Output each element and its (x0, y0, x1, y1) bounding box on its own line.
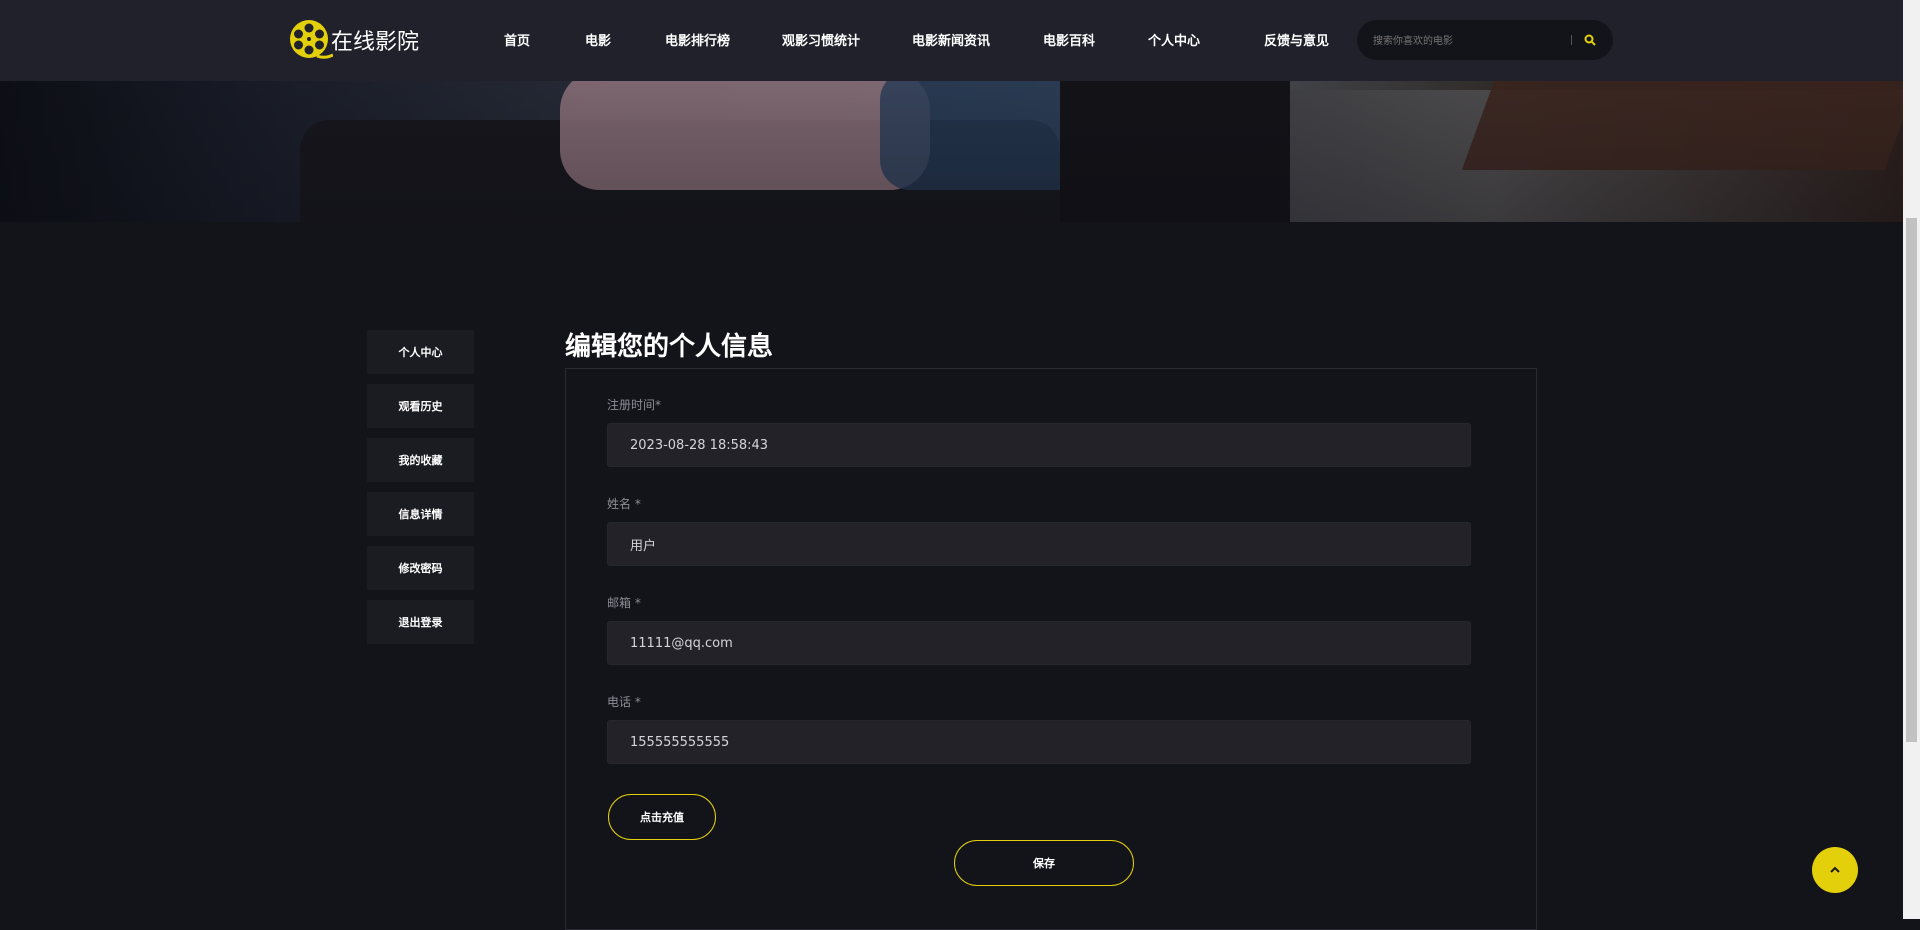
phone-label: 电话 * (607, 695, 641, 709)
nav-news[interactable]: 电影新闻资讯 (912, 30, 990, 49)
top-navbar: 在线影院 首页 电影 电影排行榜 观影习惯统计 电影新闻资讯 电影百科 个人中心… (0, 0, 1903, 81)
sidebar-item-favorites[interactable]: 我的收藏 (367, 438, 474, 482)
search-icon (1584, 34, 1596, 46)
sidebar-item-watch-history[interactable]: 观看历史 (367, 384, 474, 428)
profile-form: 注册时间* 姓名 * 邮箱 * 电话 * 点击充值 保存 (565, 368, 1537, 930)
email-field[interactable] (607, 621, 1471, 665)
page-scrollbar[interactable] (1903, 0, 1920, 919)
phone-field[interactable] (607, 720, 1471, 764)
scrollbar-thumb[interactable] (1906, 218, 1917, 742)
film-reel-icon (290, 20, 333, 59)
search-box (1357, 20, 1613, 60)
sidebar-item-change-password[interactable]: 修改密码 (367, 546, 474, 590)
save-button[interactable]: 保存 (954, 840, 1134, 886)
search-button[interactable] (1579, 30, 1601, 50)
sidebar-item-personal-center[interactable]: 个人中心 (367, 330, 474, 374)
nav-ranking[interactable]: 电影排行榜 (665, 30, 730, 49)
recharge-button[interactable]: 点击充值 (608, 794, 716, 840)
sidebar-item-logout[interactable]: 退出登录 (367, 600, 474, 644)
nav-viewing-stats[interactable]: 观影习惯统计 (782, 30, 860, 49)
chevron-up-icon (1830, 866, 1840, 873)
nav-encyclopedia[interactable]: 电影百科 (1043, 30, 1095, 49)
site-logo[interactable]: 在线影院 (289, 20, 429, 60)
email-label: 邮箱 * (607, 596, 641, 610)
sidebar-item-info-details[interactable]: 信息详情 (367, 492, 474, 536)
search-divider (1571, 35, 1572, 45)
brand-name: 在线影院 (331, 30, 420, 55)
nav-personal-center[interactable]: 个人中心 (1148, 30, 1200, 49)
nav-movies[interactable]: 电影 (585, 30, 611, 49)
search-input[interactable] (1371, 30, 1575, 52)
nav-home[interactable]: 首页 (504, 30, 530, 49)
register-time-field[interactable] (607, 423, 1471, 467)
page-title: 编辑您的个人信息 (565, 332, 774, 362)
nav-feedback[interactable]: 反馈与意见 (1264, 30, 1329, 49)
profile-sidebar: 个人中心 观看历史 我的收藏 信息详情 修改密码 退出登录 (367, 330, 474, 654)
name-field[interactable] (607, 522, 1471, 566)
register-time-label: 注册时间* (607, 398, 662, 412)
name-label: 姓名 * (607, 497, 641, 511)
back-to-top-button[interactable] (1812, 847, 1858, 893)
